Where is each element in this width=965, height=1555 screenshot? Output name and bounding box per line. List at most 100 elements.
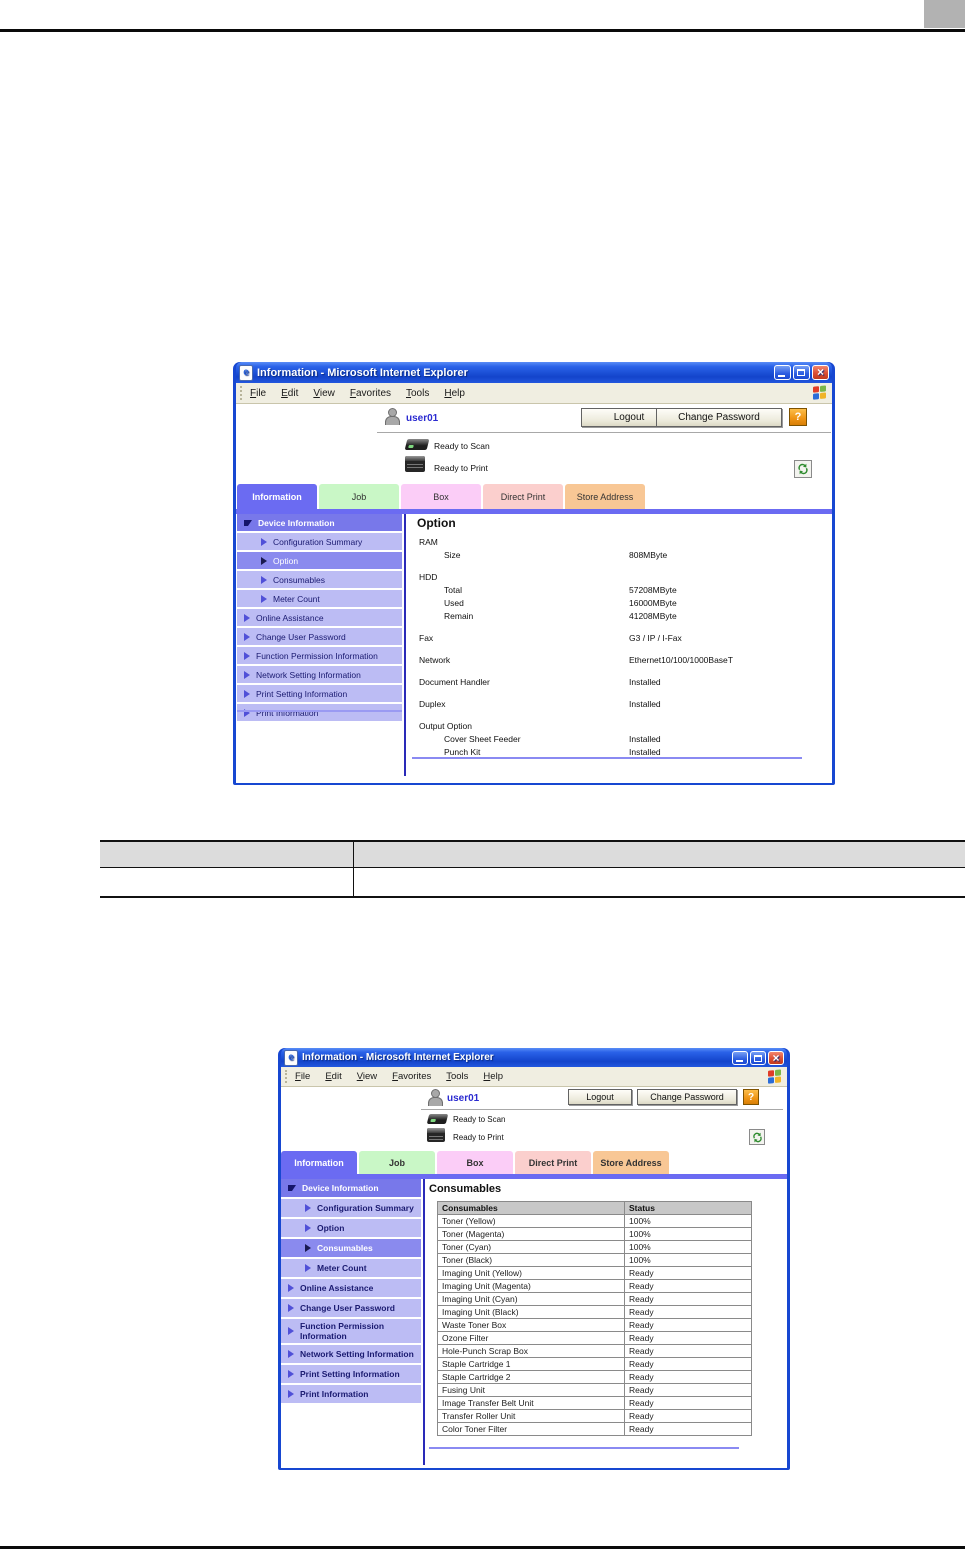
menu-item-tools[interactable]: Tools (406, 388, 429, 399)
minimize-button[interactable] (774, 365, 791, 380)
option-section-duplex: Duplex Installed (417, 698, 829, 711)
option-row: Remain 41208MByte (417, 610, 829, 623)
window-title: Information - Microsoft Internet Explore… (302, 1052, 494, 1063)
tab-direct-print[interactable]: Direct Print (483, 484, 563, 509)
sidebar-item-consumables[interactable]: Consumables (237, 571, 402, 588)
sidebar-item-meter-count[interactable]: Meter Count (281, 1259, 421, 1277)
sidebar-item-label: Consumables (273, 574, 325, 585)
logout-button[interactable]: Logout (568, 1089, 632, 1105)
menu-item-help[interactable]: Help (483, 1071, 503, 1082)
option-row: Document Handler Installed (417, 676, 829, 689)
printer-icon (427, 1128, 445, 1142)
option-row: Fax G3 / IP / I-Fax (417, 632, 829, 645)
column-header-status: Status (624, 1201, 752, 1215)
sidebar-item-label: Online Assistance (300, 1283, 374, 1293)
option-row: Duplex Installed (417, 698, 829, 711)
sidebar-item-label: Configuration Summary (273, 536, 363, 547)
ie-page-icon: e (239, 364, 253, 381)
triangle-down-icon (244, 519, 252, 526)
consumable-name-cell: Imaging Unit (Cyan) (437, 1292, 625, 1306)
table-row: Imaging Unit (Yellow) Ready (437, 1266, 752, 1280)
help-button[interactable]: ? (743, 1089, 759, 1105)
close-button[interactable] (812, 365, 829, 380)
menu-item-view[interactable]: View (357, 1071, 377, 1082)
menu-item-help[interactable]: Help (444, 388, 465, 399)
tab-information[interactable]: Information (237, 484, 317, 509)
menu-item-favorites[interactable]: Favorites (350, 388, 391, 399)
triangle-right-icon (288, 1304, 294, 1312)
option-value: 16000MByte (629, 598, 677, 608)
triangle-right-icon (305, 1244, 311, 1252)
sidebar-item-print-setting-information[interactable]: Print Setting Information (237, 685, 402, 702)
menu-item-tools[interactable]: Tools (446, 1071, 468, 1082)
sidebar-item-change-user-password[interactable]: Change User Password (281, 1299, 421, 1317)
sidebar-item-device-information[interactable]: Device Information (281, 1179, 421, 1197)
menu-item-file[interactable]: File (250, 388, 266, 399)
help-button[interactable]: ? (789, 408, 807, 426)
sidebar-item-print-information[interactable]: Print Information (281, 1385, 421, 1403)
refresh-button[interactable] (749, 1129, 765, 1145)
table-header-row: Consumables Status (437, 1201, 752, 1215)
triangle-right-icon (244, 670, 250, 679)
windows-logo-icon (813, 385, 827, 400)
tab-job[interactable]: Job (319, 484, 399, 509)
sidebar-item-network-setting-information[interactable]: Network Setting Information (281, 1345, 421, 1363)
browser-page: user01 Logout Change Password ? Ready to… (281, 1087, 787, 1468)
sidebar-item-online-assistance[interactable]: Online Assistance (237, 609, 402, 626)
scanner-icon (426, 1114, 449, 1124)
tab-store-address[interactable]: Store Address (565, 484, 645, 509)
user-name-link[interactable]: user01 (406, 413, 438, 424)
content-end-rule (429, 1447, 739, 1449)
change-password-button[interactable]: Change Password (656, 408, 782, 427)
sidebar-item-change-user-password[interactable]: Change User Password (237, 628, 402, 645)
option-row: Size 808MByte (417, 549, 829, 562)
tab-direct-print[interactable]: Direct Print (515, 1151, 591, 1174)
sidebar-item-meter-count[interactable]: Meter Count (237, 590, 402, 607)
option-label: Total (444, 585, 462, 595)
option-value: Installed (629, 734, 661, 744)
table-row: Color Toner Filter Ready (437, 1422, 752, 1436)
sidebar-item-consumables[interactable]: Consumables (281, 1239, 421, 1257)
sidebar-item-configuration-summary[interactable]: Configuration Summary (281, 1199, 421, 1217)
sidebar-item-print-information[interactable]: Print Information (237, 704, 402, 721)
triangle-right-icon (305, 1264, 311, 1272)
sidebar-item-label: Device Information (302, 1183, 379, 1193)
tab-information[interactable]: Information (281, 1151, 357, 1174)
menu-item-edit[interactable]: Edit (325, 1071, 341, 1082)
table-row: Imaging Unit (Black) Ready (437, 1305, 752, 1319)
sidebar-item-online-assistance[interactable]: Online Assistance (281, 1279, 421, 1297)
sidebar-item-function-permission-information[interactable]: Function Permission Information (281, 1319, 421, 1343)
close-button[interactable] (768, 1050, 784, 1065)
tab-store-address[interactable]: Store Address (593, 1151, 669, 1174)
window-title-bar[interactable]: e Information - Microsoft Internet Explo… (236, 362, 832, 383)
sidebar-item-option[interactable]: Option (281, 1219, 421, 1237)
sidebar-item-network-setting-information[interactable]: Network Setting Information (237, 666, 402, 683)
consumable-name-cell: Toner (Magenta) (437, 1227, 625, 1241)
tab-job[interactable]: Job (359, 1151, 435, 1174)
tab-box[interactable]: Box (401, 484, 481, 509)
sidebar-item-device-information[interactable]: Device Information (237, 514, 402, 531)
minimize-button[interactable] (732, 1050, 748, 1065)
menu-item-favorites[interactable]: Favorites (392, 1071, 431, 1082)
window-title-bar[interactable]: e Information - Microsoft Internet Explo… (281, 1048, 787, 1067)
maximize-button[interactable] (793, 365, 810, 380)
triangle-right-icon (288, 1350, 294, 1358)
sidebar-item-label: Option (273, 555, 299, 566)
consumable-name-cell: Toner (Black) (437, 1253, 625, 1267)
refresh-button[interactable] (794, 460, 812, 478)
sidebar-item-print-setting-information[interactable]: Print Setting Information (281, 1365, 421, 1383)
user-name-link[interactable]: user01 (447, 1093, 479, 1104)
menu-item-file[interactable]: File (295, 1071, 310, 1082)
option-label: Punch Kit (444, 747, 481, 757)
sidebar-item-option[interactable]: Option (237, 552, 402, 569)
menu-item-edit[interactable]: Edit (281, 388, 298, 399)
top-rule (0, 29, 965, 32)
change-password-button[interactable]: Change Password (637, 1089, 737, 1105)
table-row: Staple Cartridge 2 Ready (437, 1370, 752, 1384)
sidebar-item-function-permission-information[interactable]: Function Permission Information (237, 647, 402, 664)
consumable-status-cell: Ready (624, 1357, 752, 1371)
sidebar-item-configuration-summary[interactable]: Configuration Summary (237, 533, 402, 550)
menu-item-view[interactable]: View (313, 388, 335, 399)
maximize-button[interactable] (750, 1050, 766, 1065)
tab-box[interactable]: Box (437, 1151, 513, 1174)
